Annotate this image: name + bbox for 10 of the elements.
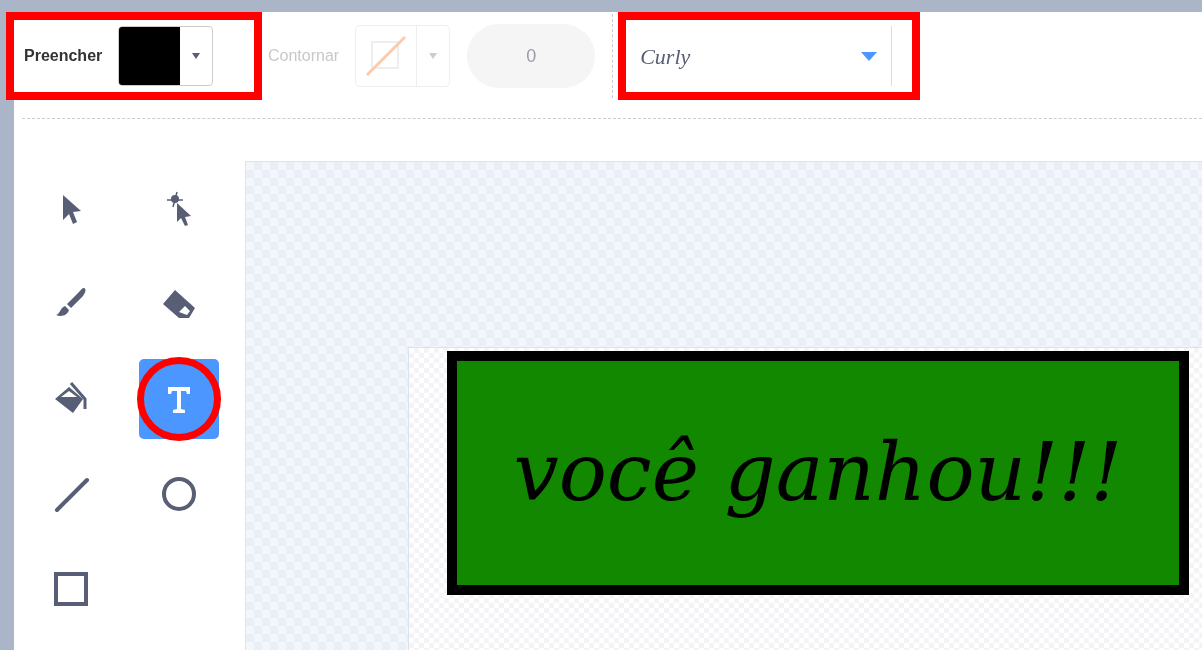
caret-icon	[192, 53, 201, 59]
fill-color-picker[interactable]	[118, 26, 214, 86]
fill-label: Preencher	[24, 46, 103, 66]
canvas-text: você ganhou!!!	[513, 425, 1123, 521]
font-dropdown[interactable]: Curly	[640, 26, 893, 86]
circle-icon	[159, 474, 199, 514]
outline-color-picker[interactable]	[355, 25, 451, 87]
square-icon	[51, 569, 91, 609]
caret-icon	[429, 53, 438, 59]
caret-icon	[861, 51, 878, 61]
